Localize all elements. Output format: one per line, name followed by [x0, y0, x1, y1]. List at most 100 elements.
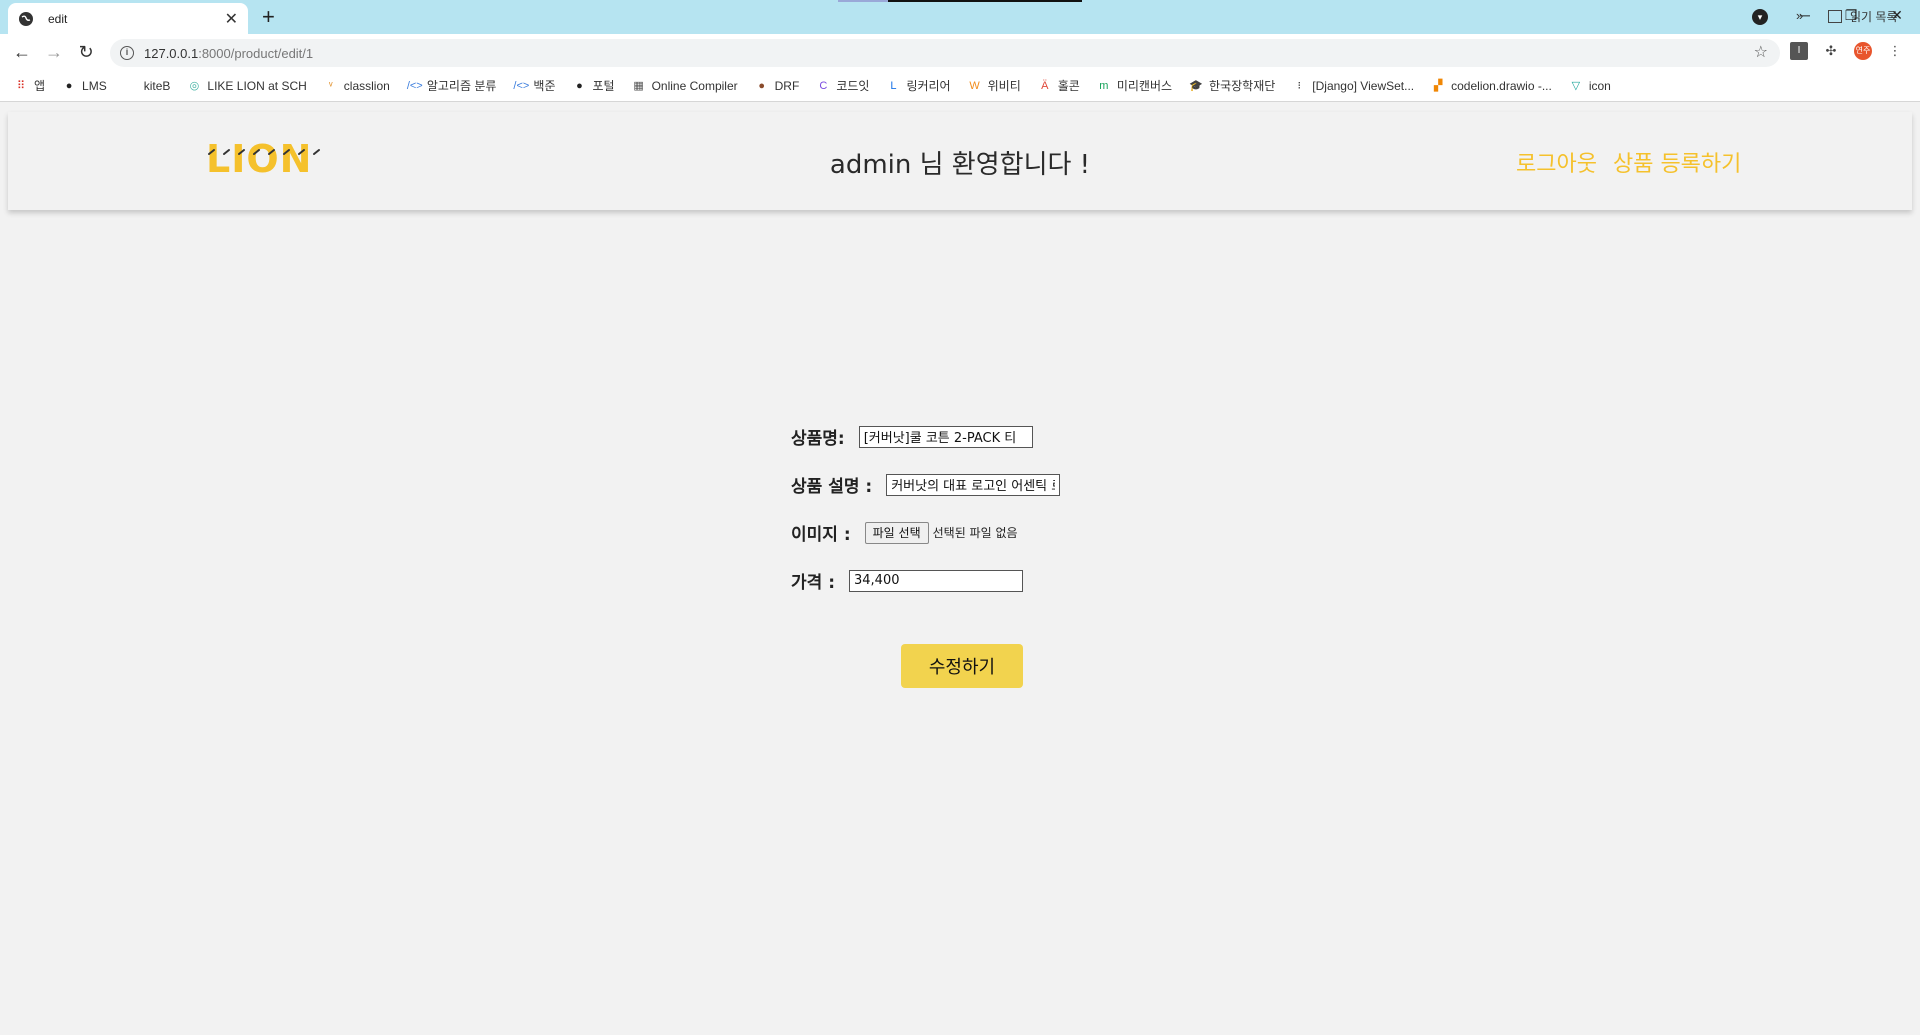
bookmark-label: [Django] ViewSet...	[1312, 78, 1415, 93]
compiler-icon: ▦	[633, 79, 644, 92]
back-arrow-icon[interactable]: ←	[10, 40, 34, 64]
reading-list-button[interactable]: 읽기 목록	[1828, 8, 1898, 25]
more-bookmarks-button[interactable]: »	[1796, 8, 1803, 23]
bookmark-star-icon[interactable]: ☆	[1754, 42, 1768, 62]
image-label: 이미지 :	[791, 525, 851, 545]
bookmark-item[interactable]: L 링커리어	[886, 77, 950, 94]
minimize-icon[interactable]: ─	[1782, 7, 1828, 23]
bookmark-label: 위비티	[987, 79, 1021, 93]
tab-search-icon[interactable]: ▾	[1752, 9, 1768, 25]
bookmark-item[interactable]: ᵛ classlion	[324, 79, 390, 93]
globe-icon: ●	[65, 79, 73, 92]
site-info-icon[interactable]: i	[120, 46, 134, 60]
globe-icon: ●	[576, 79, 583, 92]
name-label: 상품명:	[791, 429, 845, 449]
bookmark-label: DRF	[774, 78, 800, 93]
bookmark-item[interactable]: W 위비티	[968, 77, 1021, 94]
description-label: 상품 설명 :	[791, 477, 873, 497]
holcon-icon: Ä	[1041, 79, 1049, 92]
reload-icon[interactable]: ↻	[74, 40, 98, 64]
miricanvas-icon: m	[1099, 79, 1109, 92]
code-icon: /<>	[406, 79, 423, 92]
price-input[interactable]	[849, 569, 1023, 592]
browser-tabbar: edit ✕ + ▾ ─ ❐ ✕	[0, 0, 1920, 34]
bookmark-item[interactable]: Ä 홀콘	[1038, 77, 1080, 94]
extensions-area: I ✣ 연주 ⋮	[1790, 42, 1904, 60]
bookmark-label: 알고리즘 분류	[426, 79, 497, 93]
bookmark-label: codelion.drawio -...	[1451, 78, 1552, 93]
description-row: 상품 설명 :	[791, 472, 1061, 497]
bookmark-item[interactable]: ● LMS	[62, 79, 107, 93]
browser-tab[interactable]: edit ✕	[8, 3, 248, 34]
wevity-icon: W	[969, 79, 980, 92]
submit-edit-button[interactable]: 수정하기	[901, 644, 1023, 688]
register-product-link[interactable]: 상품 등록하기	[1613, 146, 1741, 178]
price-row: 가격 :	[791, 568, 1023, 593]
close-icon[interactable]: ✕	[225, 9, 238, 29]
image-row: 이미지 : 파일 선택 선택된 파일 없음	[791, 520, 1018, 545]
tab-title: edit	[48, 11, 68, 26]
bookmark-item[interactable]: ▽ icon	[1569, 79, 1611, 93]
extension-icon[interactable]: I	[1790, 42, 1808, 60]
bookmark-label: 홀콘	[1057, 79, 1080, 93]
bookmark-item[interactable]: 🎓 한국장학재단	[1189, 77, 1275, 94]
bookmark-label: 앱	[34, 79, 46, 93]
bookmark-item[interactable]: /<> 백준	[513, 77, 555, 94]
drawio-icon: ▞	[1433, 79, 1443, 92]
address-bar[interactable]: i 127.0.0.1:8000/product/edit/1 ☆	[110, 39, 1780, 67]
classlion-icon: ᵛ	[329, 79, 333, 92]
bookmark-item[interactable]: ⠿ 앱	[14, 77, 45, 94]
tab-strip-indicator-accent	[838, 0, 888, 2]
lion-circle-icon: ◎	[189, 79, 200, 92]
bookmark-label: LIKE LION at SCH	[207, 78, 307, 93]
name-input[interactable]	[858, 425, 1033, 448]
profile-avatar[interactable]: 연주	[1854, 42, 1872, 60]
puzzle-icon[interactable]: ✣	[1822, 42, 1840, 60]
bookmark-label: classlion	[343, 78, 390, 93]
bookmark-label: kiteB	[143, 78, 171, 93]
bookmark-label: 코드잇	[836, 79, 870, 93]
bookmark-item[interactable]: ⁝ [Django] ViewSet...	[1292, 78, 1415, 93]
price-label: 가격 :	[791, 573, 835, 593]
bookmark-item[interactable]: ▦ Online Compiler	[632, 78, 738, 93]
bookmark-label: Online Compiler	[651, 78, 738, 93]
new-tab-button[interactable]: +	[262, 4, 275, 30]
bookmark-label: 미리캔버스	[1116, 79, 1173, 93]
bookmark-label: LMS	[82, 78, 107, 93]
bookmark-label: 한국장학재단	[1209, 79, 1276, 93]
bookmark-item[interactable]: ● DRF	[755, 78, 800, 93]
url-path: :8000/product/edit/1	[198, 45, 314, 61]
name-row: 상품명:	[791, 424, 1033, 449]
site-header: LION admin 님 환영합니다 ! 로그아웃 상품 등록하기	[8, 112, 1912, 210]
header-links: 로그아웃 상품 등록하기	[1516, 146, 1741, 178]
bookmark-label: 링커리어	[906, 79, 951, 93]
bookmark-item[interactable]: kiteB	[124, 79, 171, 93]
bookmark-item[interactable]: ● 포털	[573, 77, 615, 94]
file-choose-button[interactable]: 파일 선택	[864, 521, 929, 544]
bookmark-item[interactable]: C 코드잇	[816, 77, 869, 94]
tistory-icon: ⁝	[1297, 79, 1302, 92]
bookmark-label: 백준	[533, 79, 556, 93]
bookmark-item[interactable]: ◎ LIKE LION at SCH	[187, 78, 307, 93]
forward-arrow-icon[interactable]: →	[42, 40, 66, 64]
logout-link[interactable]: 로그아웃	[1516, 146, 1597, 178]
url-text[interactable]: 127.0.0.1:8000/product/edit/1	[144, 46, 313, 61]
bookmark-label: 포털	[592, 79, 615, 93]
url-host: 127.0.0.1	[144, 45, 199, 61]
bookmark-item[interactable]: ▞ codelion.drawio -...	[1431, 79, 1552, 93]
file-status: 선택된 파일 없음	[932, 526, 1018, 540]
bookmark-item[interactable]: /<> 알고리즘 분류	[407, 77, 497, 94]
bookmark-item[interactable]: m 미리캔버스	[1097, 77, 1172, 94]
linkareer-icon: L	[890, 79, 897, 92]
description-input[interactable]	[886, 473, 1061, 496]
apps-grid-icon: ⠿	[16, 79, 26, 92]
reading-list-icon	[1828, 10, 1842, 23]
kebab-menu-icon[interactable]: ⋮	[1886, 42, 1904, 60]
vuetify-icon: ▽	[1571, 79, 1581, 92]
code-icon: /<>	[513, 79, 530, 92]
drf-icon: ●	[758, 79, 765, 92]
codeit-icon: C	[819, 79, 828, 92]
bookmarks-bar: ⠿ 앱 ● LMS kiteB ◎ LIKE LION at SCH ᵛ classlion /…	[0, 70, 1920, 102]
scholarship-icon: 🎓	[1189, 79, 1203, 92]
blank-icon	[124, 79, 138, 93]
